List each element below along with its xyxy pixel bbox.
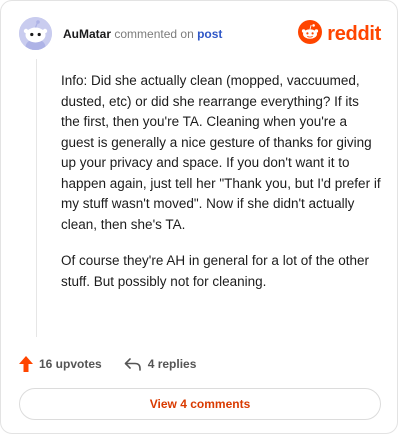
replies-button[interactable]: 4 replies — [124, 357, 197, 371]
comment-meta: AuMatar commented on post — [63, 26, 222, 42]
post-link[interactable]: post — [197, 27, 222, 41]
commented-on-text: commented on — [114, 27, 194, 41]
reddit-brand[interactable]: reddit — [298, 19, 381, 49]
comment-paragraph: Of course they're AH in general for a lo… — [61, 253, 369, 289]
reply-arrow-icon — [124, 357, 142, 371]
comment-paragraph: Info: Did she actually clean (mopped, va… — [61, 73, 381, 232]
upvote-count: 16 upvotes — [39, 357, 102, 371]
reddit-logo-icon — [298, 19, 323, 49]
comment-body: Info: Did she actually clean (mopped, va… — [61, 71, 381, 308]
comment-header: AuMatar commented on post reddit — [19, 17, 381, 53]
comment-embed-card: AuMatar commented on post reddit Info: D… — [0, 0, 398, 434]
comment-actions: 16 upvotes 4 replies — [19, 353, 196, 375]
author-name[interactable]: AuMatar — [63, 27, 111, 41]
view-comments-button[interactable]: View 4 comments — [19, 388, 381, 420]
thread-line — [36, 59, 37, 337]
replies-count: 4 replies — [147, 357, 197, 371]
upvote-button[interactable]: 16 upvotes — [19, 356, 102, 372]
reddit-wordmark: reddit — [327, 22, 381, 45]
upvote-arrow-icon — [19, 356, 33, 372]
user-avatar-icon[interactable] — [19, 17, 52, 50]
